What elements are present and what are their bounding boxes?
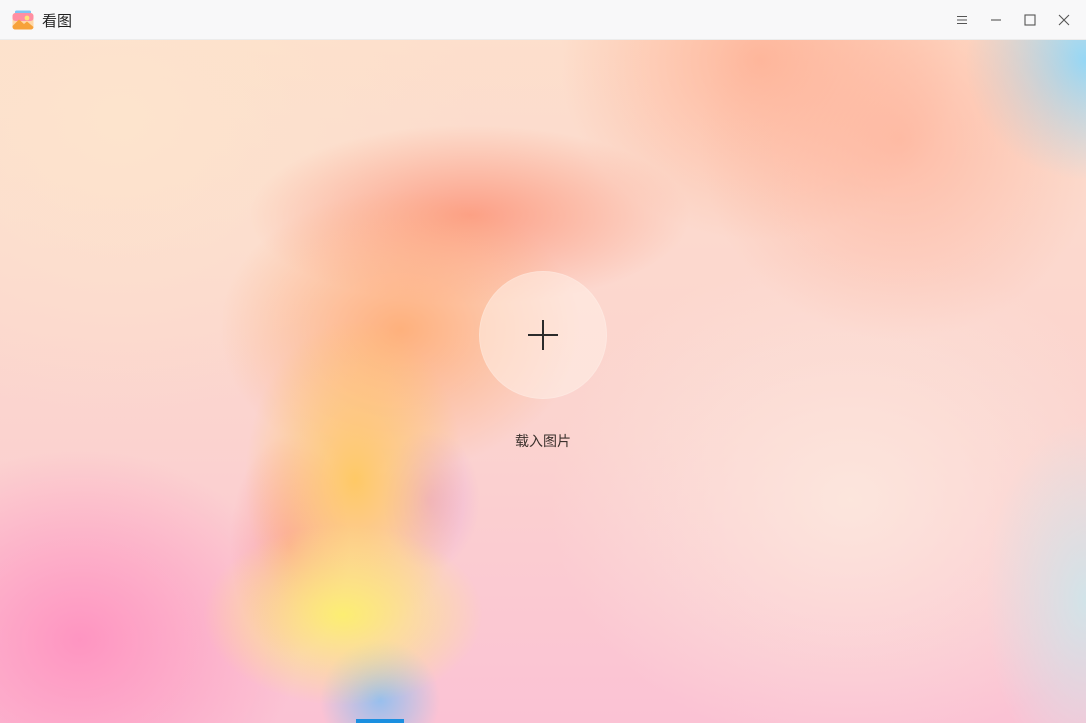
close-icon bbox=[1058, 14, 1070, 26]
maximize-button[interactable] bbox=[1016, 6, 1044, 34]
app-photo-icon bbox=[12, 10, 34, 30]
close-button[interactable] bbox=[1050, 6, 1078, 34]
plus-icon bbox=[528, 320, 558, 350]
title-bar: 看图 bbox=[0, 0, 1086, 40]
taskbar-indicator bbox=[356, 719, 404, 723]
minimize-button[interactable] bbox=[982, 6, 1010, 34]
menu-icon bbox=[957, 15, 967, 25]
add-image-button[interactable] bbox=[479, 271, 607, 399]
window-title: 看图 bbox=[42, 12, 73, 30]
minimize-icon bbox=[991, 19, 1001, 21]
maximize-icon bbox=[1024, 14, 1036, 26]
image-viewer-window: 看图 载入图片 bbox=[0, 0, 1086, 723]
menu-button[interactable] bbox=[948, 6, 976, 34]
load-image-label[interactable]: 载入图片 bbox=[443, 432, 643, 452]
